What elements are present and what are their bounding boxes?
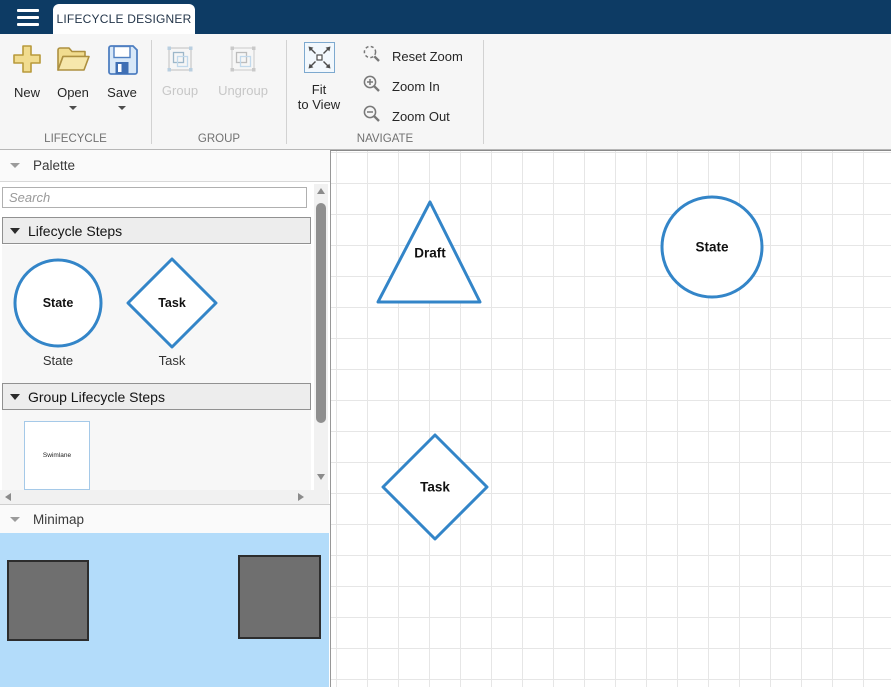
scroll-up-icon[interactable]	[317, 188, 325, 194]
titlebar: LIFECYCLE DESIGNER	[0, 0, 891, 34]
zoom-in-label: Zoom In	[392, 79, 440, 94]
palette-vertical-scrollbar[interactable]	[314, 184, 328, 490]
vertical-scrollbar-thumb[interactable]	[316, 203, 326, 423]
zoom-in-button[interactable]: Zoom In	[362, 76, 440, 96]
ribbon-divider	[483, 40, 484, 144]
save-icon	[105, 42, 139, 81]
collapse-chevron-icon[interactable]	[10, 163, 20, 168]
ungroup-button-label: Ungroup	[218, 83, 268, 98]
scroll-right-icon[interactable]	[298, 493, 304, 501]
minimap-view[interactable]	[0, 533, 329, 687]
section-title: Lifecycle Steps	[28, 223, 122, 239]
fit-to-view-label-line2: to View	[298, 97, 340, 112]
section-expand-icon[interactable]	[10, 228, 20, 234]
hamburger-icon	[17, 16, 39, 19]
zoom-out-label: Zoom Out	[392, 109, 450, 124]
save-button[interactable]: Save	[99, 42, 145, 110]
ribbon-divider	[151, 40, 152, 144]
section-title: Group Lifecycle Steps	[28, 389, 165, 405]
section-expand-icon[interactable]	[10, 394, 20, 400]
new-button-label: New	[14, 85, 40, 100]
tab-lifecycle-designer[interactable]: LIFECYCLE DESIGNER	[53, 4, 195, 34]
zoom-in-icon	[362, 74, 381, 98]
section-body-lifecycle-steps: State Task State Task	[2, 245, 311, 383]
ungroup-icon	[228, 44, 258, 79]
palette-search-input[interactable]	[2, 187, 307, 208]
ribbon-toolstrip: New Open Save	[0, 34, 891, 150]
group-button[interactable]: Group	[154, 44, 206, 98]
palette-state-shape-text: State	[43, 296, 74, 310]
new-icon	[10, 42, 44, 81]
ungroup-button[interactable]: Ungroup	[212, 44, 274, 98]
palette-panel-header[interactable]: Palette	[0, 150, 330, 182]
minimap-viewport-rect[interactable]	[7, 560, 89, 641]
hamburger-icon	[17, 23, 39, 26]
canvas-state-node-label: State	[695, 240, 729, 255]
diagram-canvas[interactable]: Draft State Task	[330, 150, 891, 687]
section-header-group-lifecycle-steps[interactable]: Group Lifecycle Steps	[2, 383, 311, 410]
reset-zoom-button[interactable]: Reset Zoom	[362, 46, 463, 66]
group-section-label: GROUP	[152, 133, 286, 148]
group-icon	[165, 44, 195, 79]
menu-button[interactable]	[8, 4, 48, 30]
minimap-panel-header[interactable]: Minimap	[0, 504, 330, 533]
palette-swimlane-shape-text: Swimlane	[43, 452, 71, 459]
reset-zoom-label: Reset Zoom	[392, 49, 463, 64]
open-button[interactable]: Open	[51, 42, 95, 110]
open-folder-icon	[55, 42, 91, 81]
save-dropdown-arrow-icon[interactable]	[118, 106, 126, 110]
section-header-lifecycle-steps[interactable]: Lifecycle Steps	[2, 217, 311, 244]
palette-horizontal-scrollbar[interactable]	[0, 490, 329, 504]
canvas-draft-node-label: Draft	[414, 246, 446, 261]
ribbon-divider	[286, 40, 287, 144]
lifecycle-section-label: LIFECYCLE	[0, 133, 151, 148]
save-button-label: Save	[107, 85, 137, 100]
navigate-section-label: NAVIGATE	[287, 133, 483, 148]
group-button-label: Group	[162, 83, 198, 98]
new-button[interactable]: New	[6, 42, 48, 100]
hamburger-icon	[17, 9, 39, 12]
section-body-group-lifecycle-steps: Swimlane	[2, 410, 311, 490]
zoom-out-icon	[362, 104, 381, 128]
tab-label: LIFECYCLE DESIGNER	[57, 12, 192, 26]
canvas-task-node-label: Task	[420, 480, 450, 495]
lifecycle-designer-window: LIFECYCLE DESIGNER New Open	[0, 0, 891, 687]
palette-panel-title: Palette	[33, 158, 75, 173]
scroll-down-icon[interactable]	[317, 474, 325, 480]
collapse-chevron-icon[interactable]	[10, 517, 20, 522]
zoom-out-button[interactable]: Zoom Out	[362, 106, 450, 126]
palette-task-shape-text: Task	[158, 296, 186, 310]
fit-to-view-button[interactable]: Fit to View	[294, 42, 344, 112]
palette-task-item-label: Task	[132, 353, 212, 368]
fit-to-view-label-line1: Fit	[312, 82, 326, 97]
palette-item-swimlane-shape[interactable]: Swimlane	[24, 421, 90, 490]
fit-to-view-icon	[304, 42, 335, 78]
minimap-viewport-rect[interactable]	[238, 555, 321, 639]
open-dropdown-arrow-icon[interactable]	[69, 106, 77, 110]
reset-zoom-icon	[362, 44, 381, 68]
palette-state-item-label: State	[18, 353, 98, 368]
open-button-label: Open	[57, 85, 89, 100]
minimap-panel-title: Minimap	[33, 512, 84, 527]
scroll-left-icon[interactable]	[5, 493, 11, 501]
